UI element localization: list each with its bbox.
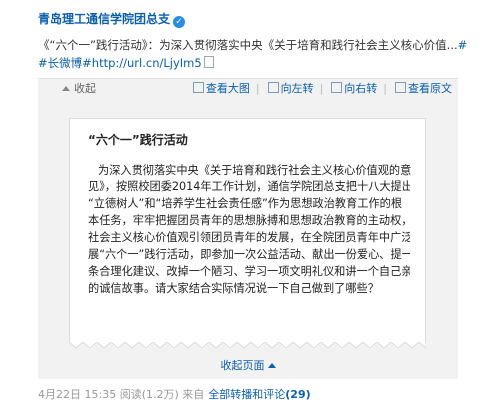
hashtag-long-weibo[interactable]: #长微博#	[38, 56, 92, 70]
zoom-icon	[192, 82, 204, 93]
article-line: 的诚信故事。请大家结合实际情况说一下自己做到了哪些？	[88, 282, 379, 295]
article-title: “六个一”践行活动	[88, 133, 188, 147]
long-weibo-card: 收起 查看大图 | 向左转 | 向右转 | 查看原文 “六个一”践行活动 为深入贯彻落实中央…	[38, 78, 458, 379]
verified-icon: ✓	[173, 16, 186, 28]
collapse-button[interactable]: 收起	[62, 82, 96, 96]
hashtag-tail[interactable]: #	[458, 38, 468, 52]
divider: |	[383, 82, 387, 95]
rotate-right-icon	[331, 82, 343, 93]
original-icon	[395, 82, 406, 93]
card-toolbar: 收起 查看大图 | 向左转 | 向右转 | 查看原文	[38, 79, 458, 99]
torn-edge	[69, 342, 426, 349]
post-text: 《“六个一”践行活动》：为深入贯彻落实中央《关于培育和践行社会主义核心价值...	[38, 38, 458, 52]
read-count: 阅读(1.2万)	[119, 388, 179, 401]
view-original-label: 查看原文	[408, 82, 452, 95]
repost-count: (29)	[285, 388, 311, 401]
collapse-up-icon	[267, 363, 276, 368]
view-original-button[interactable]: 查看原文	[395, 82, 452, 95]
short-url-link[interactable]: http://url.cn/LjyIm5	[92, 56, 202, 70]
rotate-left-button[interactable]: 向左转	[267, 82, 314, 95]
collapse-page-label: 收起页面	[220, 359, 265, 372]
view-large-button[interactable]: 查看大图	[192, 82, 250, 95]
divider: |	[255, 82, 260, 95]
rotate-right-label: 向右转	[344, 82, 378, 95]
all-reposts-label: 全部转播和评论	[208, 388, 286, 401]
author-name[interactable]: 青岛理工通信学院团总支	[38, 12, 170, 26]
article-line: 条合理化建议、改掉一个陋习、学习一项文明礼仪和讲一个自己亲历	[88, 265, 410, 278]
article-line: 见》，按照校团委2014年工作计划，通信学院团总支把十八大提出的	[88, 180, 410, 193]
post-text-line2: #长微博#http://url.cn/LjyIm5	[38, 55, 214, 71]
collapse-label: 收起	[74, 82, 96, 95]
collapse-up-icon	[62, 86, 70, 91]
author-line: 青岛理工通信学院团总支 ✓	[38, 11, 186, 28]
image-actions: 查看大图 | 向左转 | 向右转 | 查看原文	[185, 82, 452, 96]
weibo-post: 青岛理工通信学院团总支 ✓ 《“六个一”践行活动》：为深入贯彻落实中央《关于培育和…	[0, 0, 500, 406]
article-line: 社会主义核心价值观引领团员青年的发展，在全院团员青年中广泛开	[88, 231, 410, 244]
post-footer: 4月22日 15:35 阅读(1.2万) 来自 全部转播和评论(29)	[38, 388, 311, 402]
post-text-line1: 《“六个一”践行活动》：为深入贯彻落实中央《关于培育和践行社会主义核心价值...…	[38, 37, 467, 53]
article-line: “立德树人”和“培养学生社会责任感”作为思想政治教育工作的根	[88, 197, 403, 210]
all-reposts-link[interactable]: 全部转播和评论(29)	[208, 388, 310, 401]
post-date: 4月22日	[38, 388, 81, 401]
article-line: 为深入贯彻落实中央《关于培育和践行社会主义核心价值观的意	[98, 164, 412, 177]
article-line: 展“六个一”践行活动，即参加一次公益活动、献出一份爱心、提一	[88, 248, 410, 261]
collapse-page-button[interactable]: 收起页面	[38, 359, 458, 373]
rotate-left-label: 向左转	[280, 82, 314, 95]
source-label: 来自	[182, 388, 205, 401]
post-time: 15:35	[84, 388, 117, 401]
article-line: 本任务，牢牢把握团员青年的思想脉搏和思想政治教育的主动权，用	[88, 214, 410, 227]
view-large-label: 查看大图	[205, 82, 250, 95]
rotate-left-icon	[267, 82, 279, 93]
divider: |	[319, 82, 324, 95]
article-page: “六个一”践行活动 为深入贯彻落实中央《关于培育和践行社会主义核心价值观的意 见…	[69, 118, 426, 343]
document-icon	[203, 56, 214, 68]
rotate-right-button[interactable]: 向右转	[331, 82, 377, 95]
